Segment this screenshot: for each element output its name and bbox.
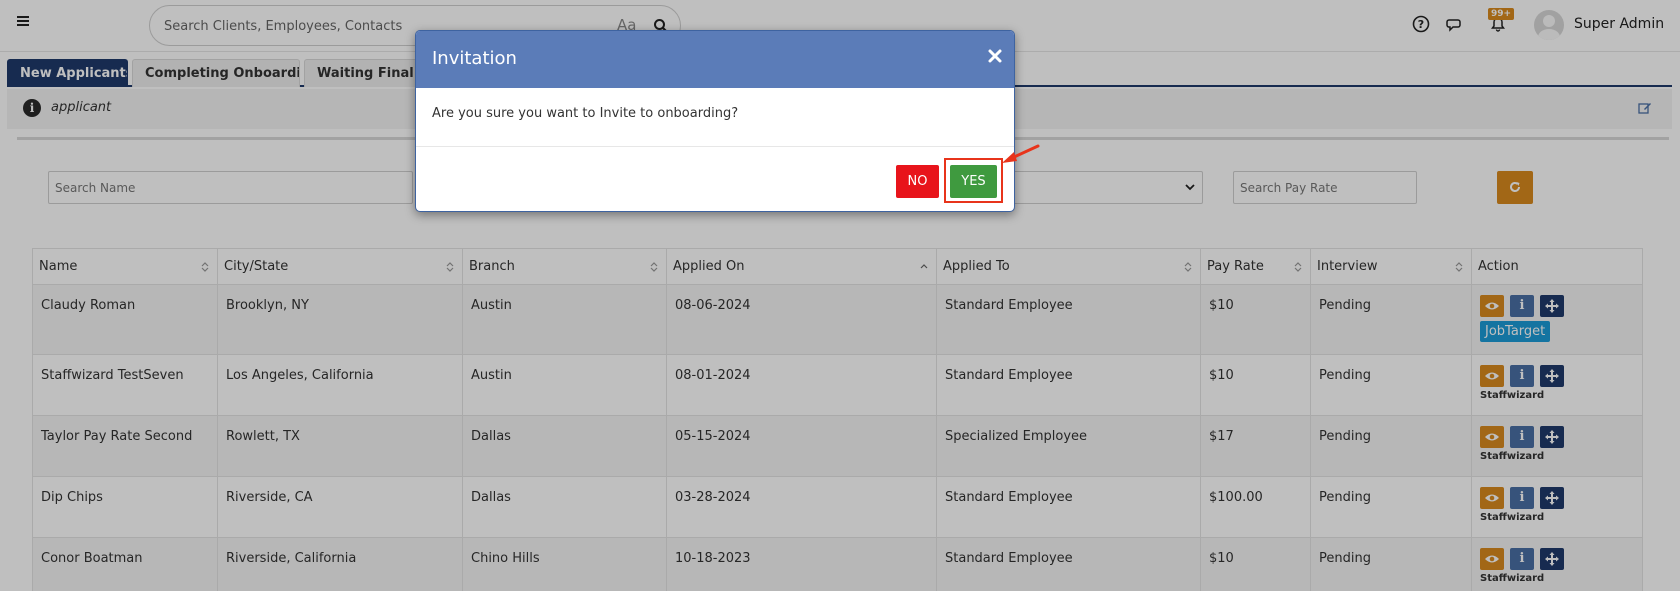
pointer-arrow-icon — [1002, 144, 1040, 163]
modal-header: Invitation — [416, 31, 1014, 88]
no-button[interactable]: NO — [896, 165, 939, 198]
modal-body: Are you sure you want to Invite to onboa… — [416, 88, 1014, 147]
yes-button-highlight — [944, 158, 1003, 203]
invitation-modal: Invitation Are you sure you want to Invi… — [415, 30, 1015, 212]
modal-message: Are you sure you want to Invite to onboa… — [432, 106, 739, 121]
modal-title: Invitation — [432, 48, 517, 69]
close-icon[interactable] — [986, 47, 1004, 65]
